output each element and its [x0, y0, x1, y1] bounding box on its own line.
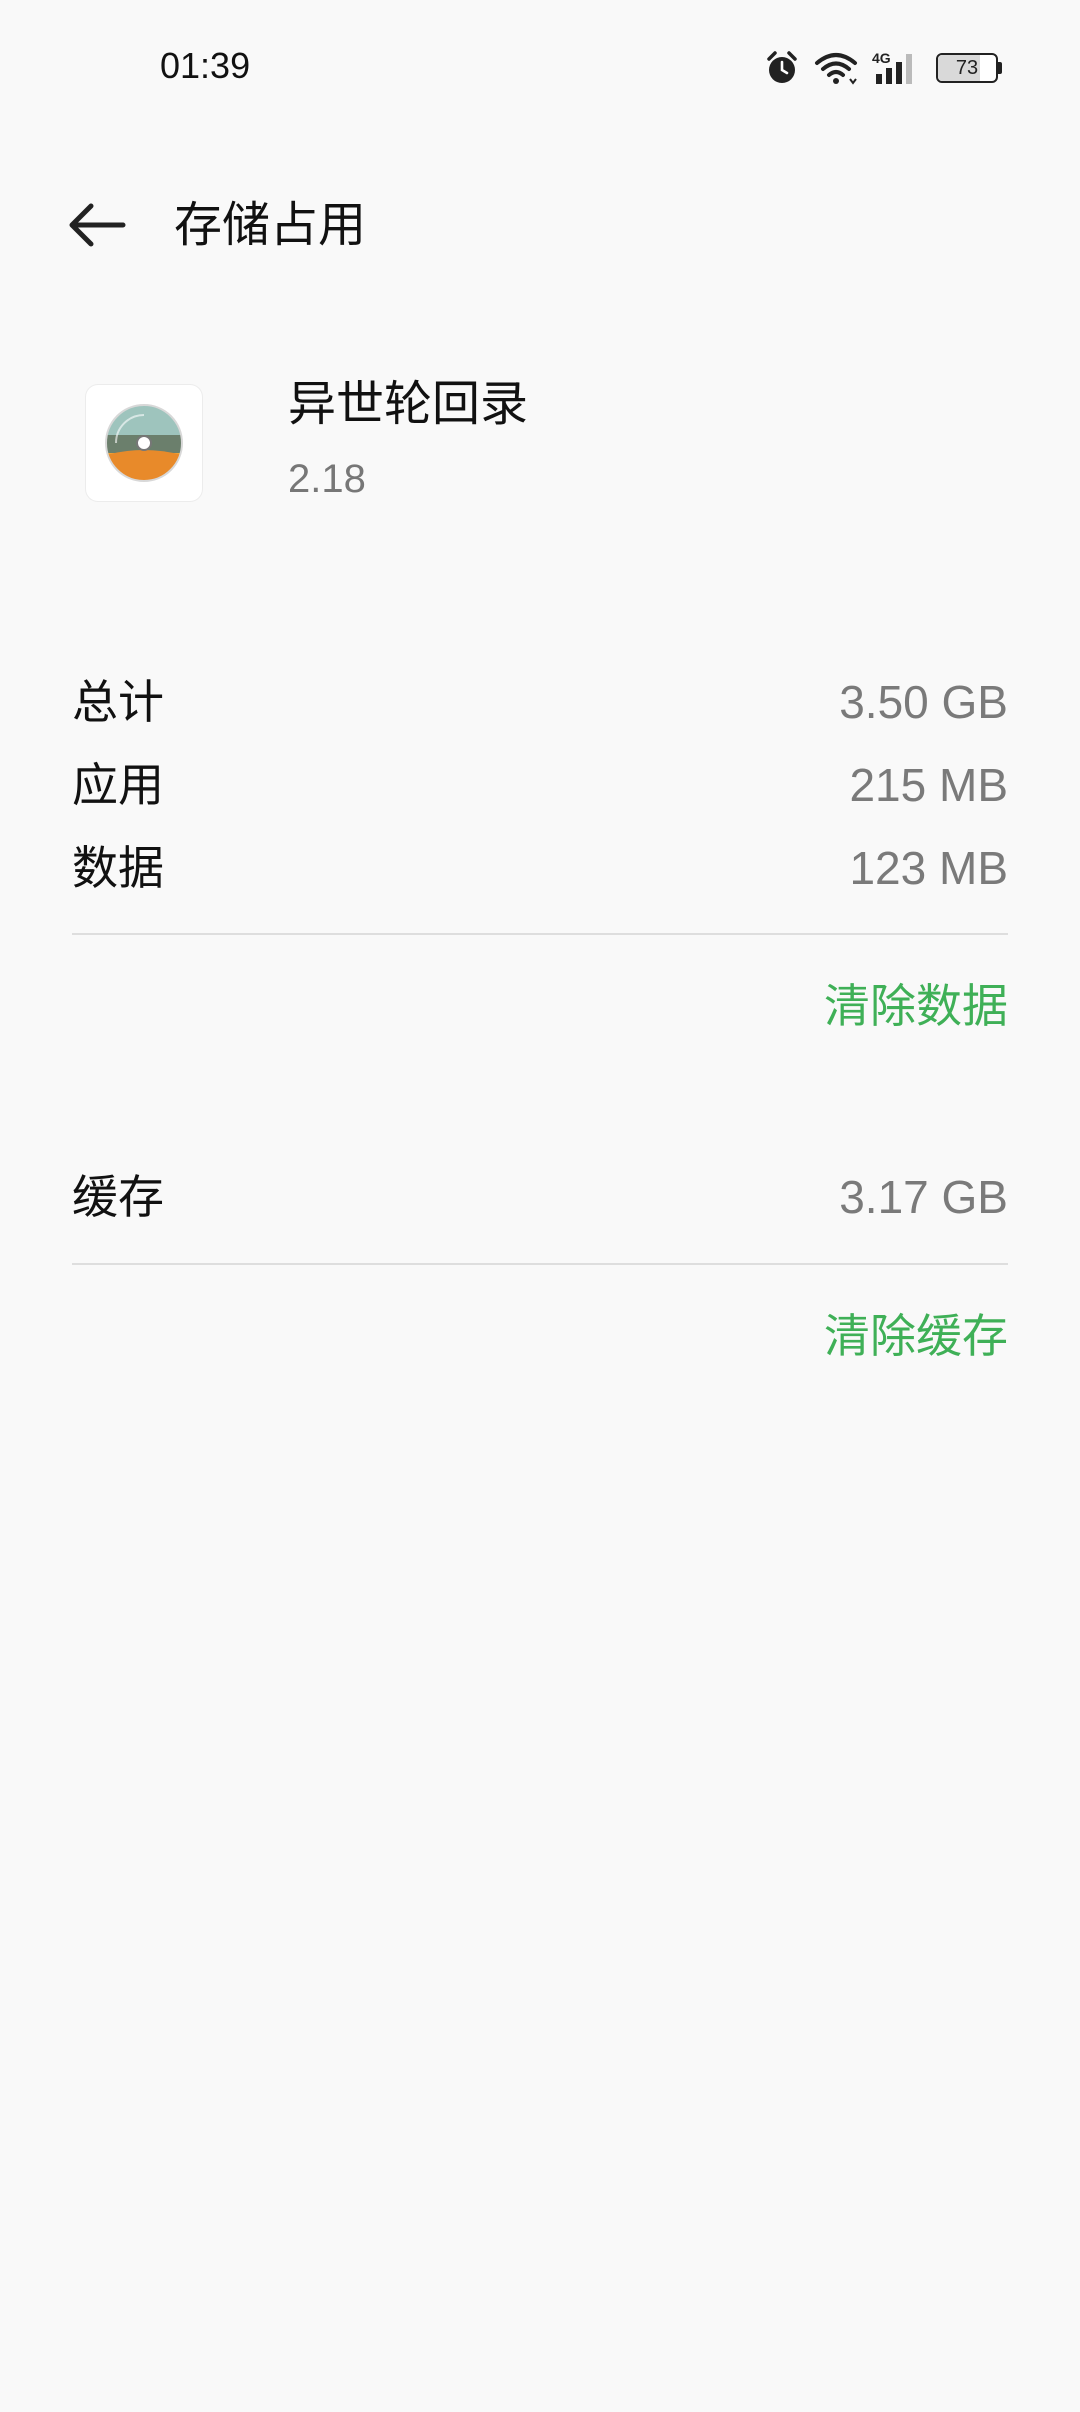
app-logo-icon — [105, 404, 183, 482]
data-size-label: 数据 — [72, 841, 164, 895]
total-label: 总计 — [72, 675, 164, 729]
divider — [72, 933, 1008, 935]
app-size-value: 215 MB — [849, 759, 1008, 811]
cache-value: 3.17 GB — [839, 1171, 1008, 1223]
total-row: 总计 3.50 GB — [72, 664, 1008, 740]
alarm-icon — [767, 51, 797, 83]
app-size-label: 应用 — [72, 758, 164, 812]
status-bar: 01:39 4G 73 — [0, 0, 1080, 140]
page-title: 存储占用 — [174, 197, 367, 253]
cellular-4g-icon: 4G — [872, 50, 912, 84]
clear-cache-button[interactable]: 清除缓存 — [824, 1298, 1008, 1374]
cache-label: 缓存 — [72, 1170, 164, 1224]
back-arrow-icon — [69, 203, 126, 247]
data-size-row: 数据 123 MB — [72, 830, 1008, 906]
app-version: 2.18 — [288, 457, 366, 501]
back-button[interactable] — [52, 180, 142, 270]
cache-row: 缓存 3.17 GB — [72, 1159, 1008, 1235]
status-time: 01:39 — [160, 45, 251, 86]
battery-icon: 73 — [936, 53, 1002, 83]
total-value: 3.50 GB — [839, 676, 1008, 728]
network-type-label: 4G — [872, 50, 891, 66]
app-icon — [86, 385, 202, 501]
divider — [72, 1263, 1008, 1265]
status-icons: 4G 73 — [764, 48, 1002, 88]
battery-level: 73 — [955, 57, 979, 79]
data-size-value: 123 MB — [849, 842, 1008, 894]
app-size-row: 应用 215 MB — [72, 747, 1008, 823]
app-name: 异世轮回录 — [288, 376, 529, 432]
wifi-icon — [815, 53, 857, 85]
clear-data-button[interactable]: 清除数据 — [824, 968, 1008, 1044]
